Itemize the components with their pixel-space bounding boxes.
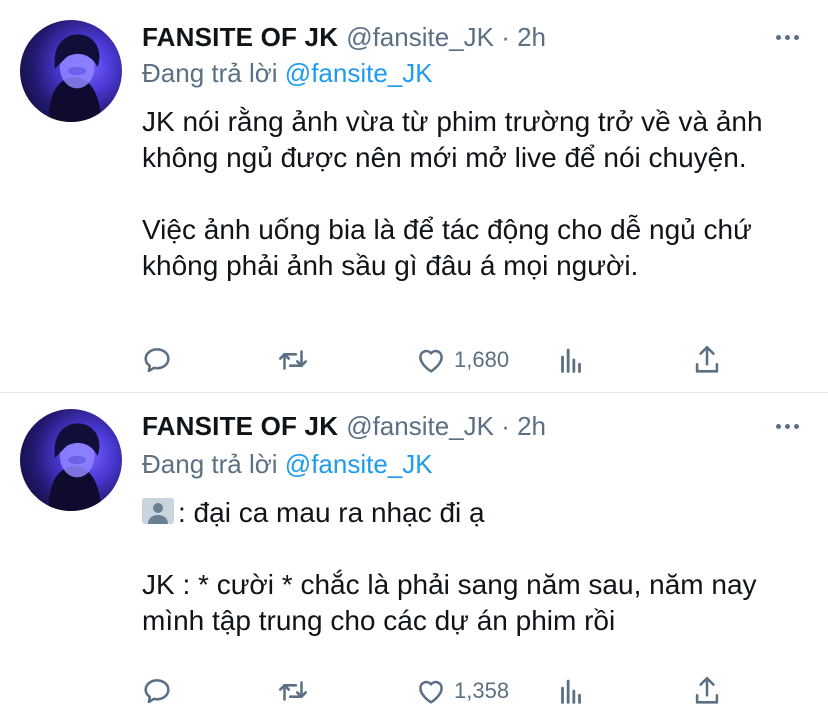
tweet-text: JK nói rằng ảnh vừa từ phim trường trở v… (142, 104, 802, 284)
reply-button[interactable] (140, 340, 174, 380)
tweet-paragraph: Việc ảnh uống bia là để tác động cho dễ … (142, 214, 752, 281)
author-handle-time[interactable]: @fansite_JK · 2h (346, 411, 546, 441)
retweet-button[interactable] (276, 671, 310, 711)
tweet-header: FANSITE OF JK @fansite_JK · 2h (142, 22, 828, 53)
like-count: 1,680 (454, 347, 510, 372)
tweet[interactable]: FANSITE OF JK @fansite_JK · 2h Đang trả l… (0, 393, 828, 726)
share-icon (695, 676, 719, 704)
action-bar: 1,358 (140, 671, 740, 711)
avatar[interactable] (20, 409, 122, 511)
reply-context: Đang trả lời @fansite_JK (142, 449, 433, 480)
share-button[interactable] (690, 340, 724, 380)
tweet-paragraph: JK nói rằng ảnh vừa từ phim trường trở v… (142, 106, 763, 173)
share-button[interactable] (690, 671, 724, 711)
reply-icon (144, 348, 170, 373)
retweet-button[interactable] (276, 340, 310, 380)
like-button[interactable]: 1,680 (414, 340, 509, 380)
tweet-paragraph-1: : đại ca mau ra nhạc đi ạ (142, 495, 802, 531)
analytics-icon (561, 679, 581, 704)
avatar[interactable] (20, 20, 122, 122)
retweet-icon (278, 350, 308, 370)
heart-icon (419, 680, 443, 704)
person-icon (142, 498, 174, 524)
author-handle-time[interactable]: @fansite_JK · 2h (346, 22, 546, 52)
like-button[interactable]: 1,358 (414, 671, 509, 711)
author-name[interactable]: FANSITE OF JK (142, 22, 338, 52)
tweet-paragraph: JK : * cười * chắc là phải sang năm sau,… (142, 569, 757, 636)
reply-prefix: Đang trả lời (142, 58, 278, 88)
tweet-header: FANSITE OF JK @fansite_JK · 2h (142, 411, 828, 442)
author-name[interactable]: FANSITE OF JK (142, 411, 338, 441)
tweet-paragraph: : đại ca mau ra nhạc đi ạ (178, 497, 485, 528)
share-icon (695, 345, 719, 373)
reply-button[interactable] (140, 671, 174, 711)
heart-icon (419, 349, 443, 373)
analytics-button[interactable] (554, 671, 588, 711)
reply-prefix: Đang trả lời (142, 449, 278, 479)
more-icon[interactable] (772, 22, 802, 52)
reply-handle-link[interactable]: @fansite_JK (285, 449, 433, 479)
retweet-icon (278, 681, 308, 701)
analytics-icon (561, 348, 581, 373)
action-bar: 1,680 (140, 340, 740, 380)
like-count: 1,358 (454, 678, 510, 703)
analytics-button[interactable] (554, 340, 588, 380)
reply-icon (144, 679, 170, 704)
reply-context: Đang trả lời @fansite_JK (142, 58, 433, 89)
more-icon[interactable] (772, 411, 802, 441)
tweet[interactable]: FANSITE OF JK @fansite_JK · 2h Đang trả l… (0, 0, 828, 393)
reply-handle-link[interactable]: @fansite_JK (285, 58, 433, 88)
tweet-text: : đại ca mau ra nhạc đi ạ JK : * cười * … (142, 495, 802, 639)
